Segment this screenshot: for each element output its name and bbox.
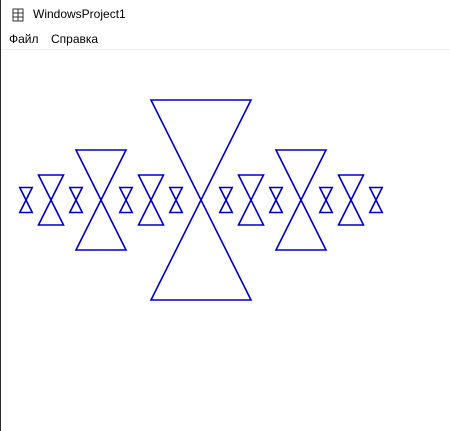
bowtie-shape [368, 186, 384, 214]
bowtie-shape [37, 174, 65, 226]
bowtie-shape [268, 186, 284, 214]
client-area [1, 50, 450, 431]
menu-bar: Файл Справка [1, 30, 450, 49]
title-bar[interactable]: WindowsProject1 [1, 0, 450, 30]
menu-file[interactable]: Файл [8, 32, 40, 46]
bowtie-shape [337, 174, 365, 226]
bowtie-shape [118, 186, 134, 214]
bowtie-shape [149, 99, 253, 301]
bowtie-shape [18, 186, 34, 214]
bowtie-shape [274, 149, 328, 251]
fractal-canvas [18, 99, 384, 301]
window-title: WindowsProject1 [33, 7, 126, 21]
bowtie-shape [68, 186, 84, 214]
bowtie-shape [137, 174, 165, 226]
menu-help[interactable]: Справка [50, 32, 99, 46]
bowtie-shape [74, 149, 128, 251]
bowtie-shape [218, 186, 234, 214]
bowtie-shape [237, 174, 265, 226]
bowtie-shape [168, 186, 184, 214]
bowtie-shape [318, 186, 334, 214]
app-window-icon [12, 8, 24, 22]
